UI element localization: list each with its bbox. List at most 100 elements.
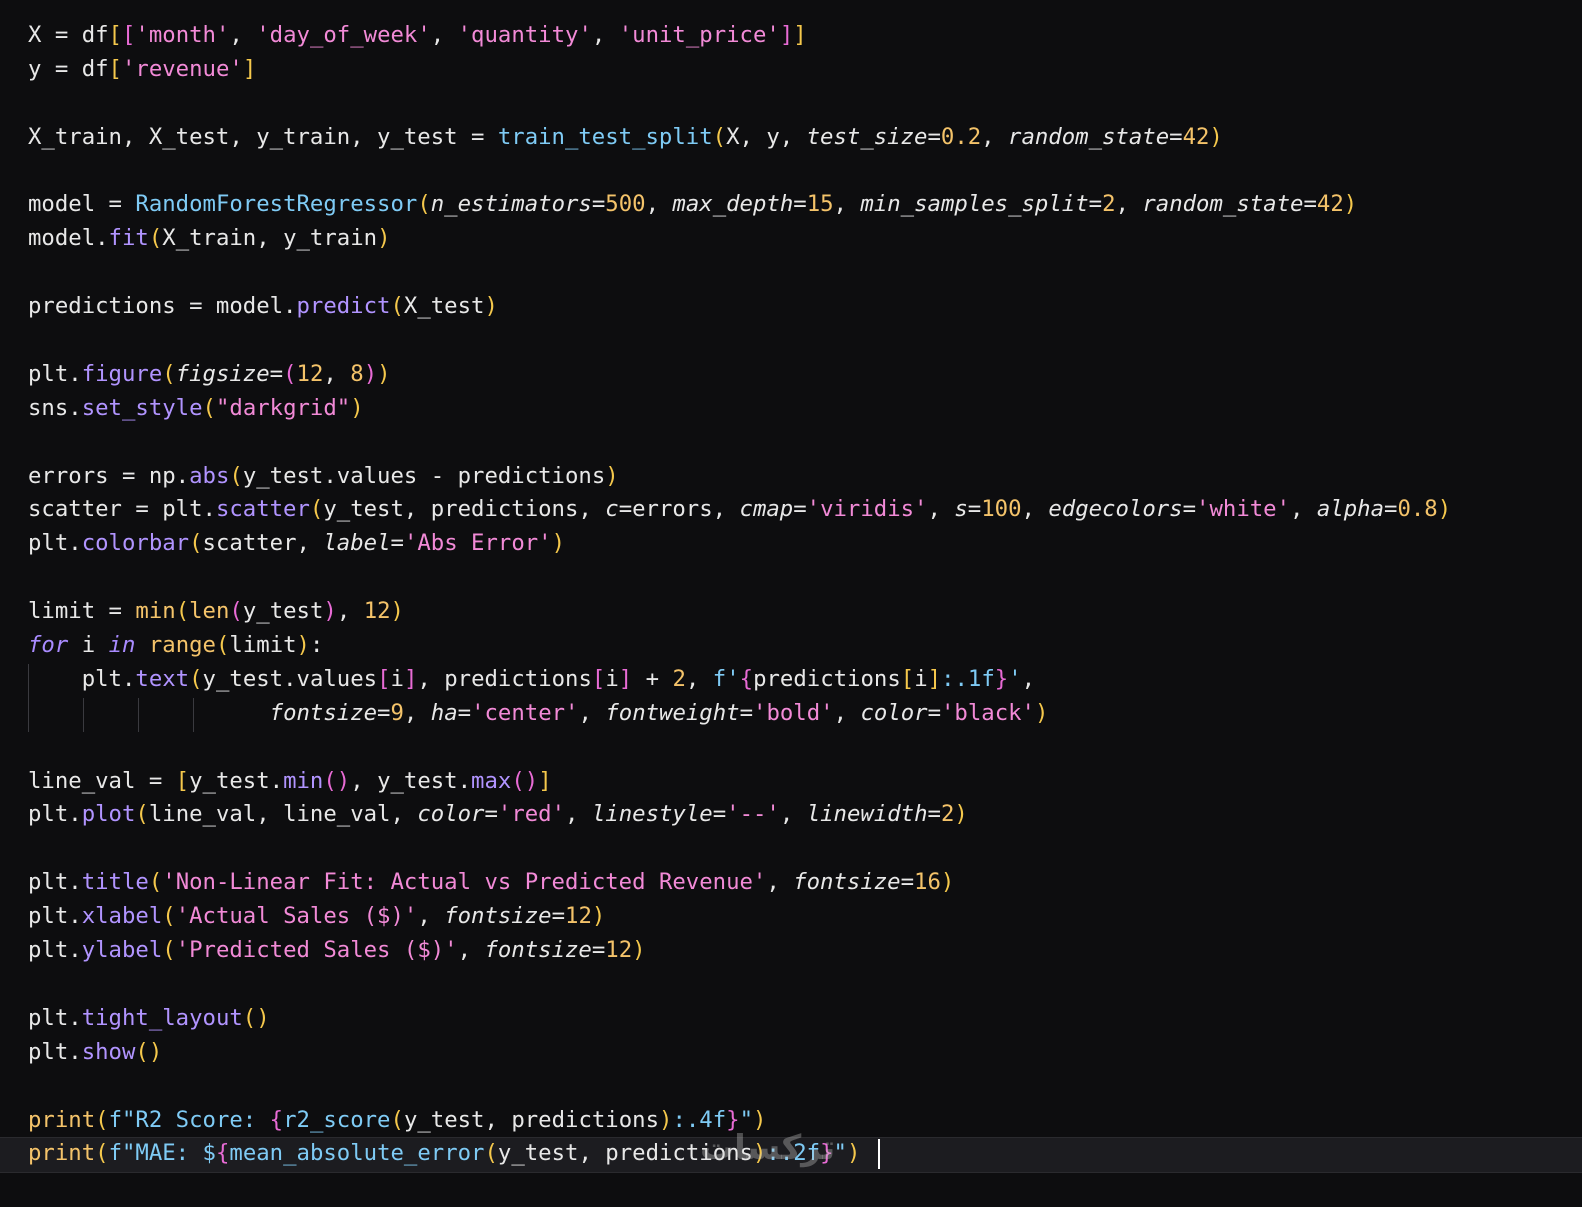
- code-token: (: [215, 632, 230, 659]
- code-line[interactable]: model = RandomForestRegressor(n_estimato…: [28, 188, 1451, 222]
- code-token: tight_layout: [81, 1004, 243, 1031]
- code-token: alpha: [1316, 496, 1384, 523]
- code-token: 'Non-Linear Fit: Actual vs Predicted Rev…: [162, 869, 767, 896]
- code-token: print: [28, 1140, 96, 1167]
- code-line[interactable]: [28, 324, 1451, 358]
- code-line[interactable]: plt.title('Non-Linear Fit: Actual vs Pre…: [28, 866, 1451, 900]
- code-editor[interactable]: X = df[['month', 'day_of_week', 'quantit…: [0, 0, 1582, 1207]
- code-line[interactable]: [28, 155, 1451, 189]
- code-token: =: [793, 191, 807, 218]
- code-line[interactable]: [28, 832, 1451, 866]
- code-token: [: [377, 665, 391, 692]
- code-token: 'black': [941, 699, 1035, 726]
- code-token: len: [189, 598, 230, 625]
- code-line[interactable]: X = df[['month', 'day_of_week', 'quantit…: [28, 19, 1451, 53]
- code-token: (: [712, 123, 727, 150]
- code-token: +: [632, 665, 673, 692]
- code-line[interactable]: [28, 1070, 1451, 1104]
- code-token: =: [484, 801, 498, 828]
- code-token: line_val =: [28, 767, 176, 794]
- code-token: 12: [565, 903, 592, 930]
- code-token: label: [323, 530, 391, 557]
- code-line[interactable]: plt.figure(figsize=(12, 8)): [28, 358, 1451, 392]
- code-token: ): [1209, 123, 1223, 150]
- code-token: (): [242, 1004, 270, 1031]
- code-line[interactable]: plt.ylabel('Predicted Sales ($)', fontsi…: [28, 934, 1451, 968]
- code-token: =: [927, 123, 941, 150]
- code-line[interactable]: line_val = [y_test.min(), y_test.max()]: [28, 765, 1451, 799]
- code-token: 'Predicted Sales ($)': [175, 937, 458, 964]
- code-line[interactable]: [28, 968, 1451, 1002]
- code-line[interactable]: y = df['revenue']: [28, 53, 1451, 87]
- code-token: r2_score: [283, 1106, 391, 1133]
- code-token: =: [967, 496, 982, 523]
- code-token: =errors,: [618, 496, 740, 523]
- text-caret: [878, 1139, 880, 1169]
- code-token: 12: [605, 937, 633, 964]
- code-token: plot: [81, 801, 136, 828]
- code-token: =: [712, 801, 727, 828]
- code-token: abs: [189, 462, 230, 489]
- code-token: '--': [726, 801, 780, 828]
- code-line[interactable]: [28, 426, 1451, 460]
- code-token: =: [1169, 123, 1183, 150]
- code-token: (: [283, 360, 297, 387]
- code-line[interactable]: [28, 87, 1451, 121]
- code-line[interactable]: fontsize=9, ha='center', fontweight='bol…: [28, 697, 1451, 731]
- code-line[interactable]: errors = np.abs(y_test.values - predicti…: [28, 460, 1451, 494]
- code-line[interactable]: model.fit(X_train, y_train): [28, 222, 1451, 256]
- code-token: 12: [363, 598, 391, 625]
- code-token: plt.: [28, 869, 82, 896]
- code-line[interactable]: X_train, X_test, y_train, y_test = train…: [28, 121, 1451, 155]
- code-token: ylabel: [81, 937, 163, 964]
- code-token: 'day_of_week': [256, 22, 431, 48]
- code-line[interactable]: plt.tight_layout(): [28, 1002, 1451, 1036]
- code-token: ): [954, 801, 968, 828]
- code-token: :.1f: [941, 665, 995, 692]
- code-token: ]: [779, 22, 794, 48]
- code-line[interactable]: predictions = model.predict(X_test): [28, 290, 1451, 324]
- code-token: linewidth: [806, 801, 928, 828]
- code-line[interactable]: plt.show(): [28, 1036, 1451, 1070]
- code-token: set_style: [81, 394, 203, 421]
- code-line[interactable]: plt.plot(line_val, line_val, color='red'…: [28, 798, 1451, 832]
- code-line[interactable]: [28, 731, 1451, 765]
- code-line[interactable]: plt.xlabel('Actual Sales ($)', fontsize=…: [28, 900, 1451, 934]
- code-text[interactable]: X = df[['month', 'day_of_week', 'quantit…: [28, 19, 1451, 1171]
- code-token: y_test: [242, 598, 324, 625]
- code-line[interactable]: for i in range(limit):: [28, 629, 1451, 663]
- code-line[interactable]: scatter = plt.scatter(y_test, prediction…: [28, 493, 1451, 527]
- code-token: plt.: [28, 360, 82, 387]
- code-token: ): [605, 462, 619, 489]
- code-token: 0.8: [1397, 496, 1438, 523]
- code-token: [: [108, 55, 122, 82]
- code-line[interactable]: plt.text(y_test.values[i], predictions[i…: [28, 663, 1451, 697]
- code-token: colorbar: [81, 530, 190, 557]
- code-token: 'Abs Error': [403, 530, 552, 557]
- code-token: ): [1343, 191, 1358, 218]
- code-line[interactable]: sns.set_style("darkgrid"): [28, 392, 1451, 426]
- code-token: test_size: [806, 123, 928, 150]
- code-token: ): [632, 937, 646, 964]
- code-token: 8: [350, 360, 364, 387]
- code-token: title: [81, 869, 149, 896]
- code-line[interactable]: plt.colorbar(scatter, label='Abs Error'): [28, 527, 1451, 561]
- code-line[interactable]: [28, 561, 1451, 595]
- code-token: plt.: [28, 801, 82, 828]
- code-token: y_test, predictions: [403, 1106, 659, 1133]
- code-token: 'red': [497, 801, 566, 828]
- code-token: 2: [672, 665, 686, 692]
- code-token: ,: [430, 22, 458, 48]
- code-token: fontsize: [793, 869, 901, 896]
- code-token: show: [81, 1038, 136, 1065]
- code-token: min_samples_split: [860, 191, 1089, 218]
- code-token: ,: [1290, 496, 1317, 523]
- code-token: 'month': [135, 22, 230, 48]
- code-token: ,: [229, 22, 257, 48]
- code-token: ,: [591, 22, 619, 48]
- code-token: [: [591, 665, 606, 692]
- code-token: figure: [81, 360, 163, 387]
- code-line[interactable]: limit = min(len(y_test), 12): [28, 595, 1451, 629]
- code-line[interactable]: [28, 256, 1451, 290]
